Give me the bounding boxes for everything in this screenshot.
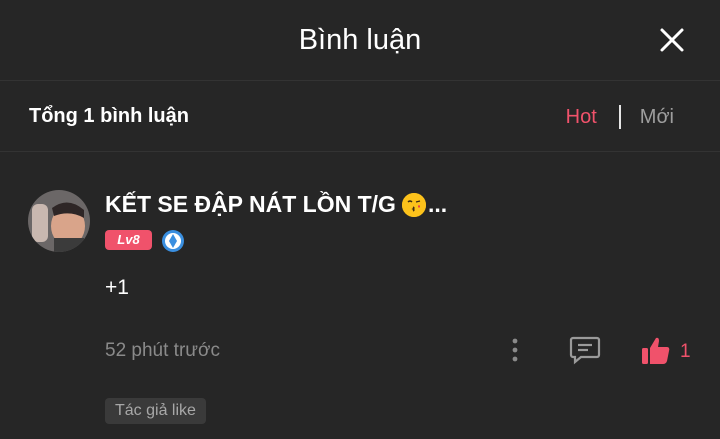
close-icon xyxy=(660,28,684,52)
comment-text: +1 xyxy=(105,276,129,299)
comment-bubble-icon xyxy=(569,336,601,365)
comment-username[interactable]: KẾT SE ĐẬP NÁT LỒN T/G ... xyxy=(105,191,447,218)
more-vertical-icon xyxy=(512,338,518,362)
thumbs-up-icon xyxy=(642,337,670,364)
tab-divider xyxy=(618,105,621,129)
tab-new[interactable]: Mới xyxy=(640,106,674,129)
header: Bình luận xyxy=(0,0,720,81)
tab-hot[interactable]: Hot xyxy=(566,106,597,129)
username-text: KẾT SE ĐẬP NÁT LỒN T/G xyxy=(105,191,396,217)
more-options-button[interactable] xyxy=(505,336,525,364)
avatar-image xyxy=(28,190,90,252)
kissing-face-emoji-icon xyxy=(401,192,426,217)
verified-badge-icon xyxy=(161,229,185,253)
reply-button[interactable] xyxy=(569,335,601,365)
sort-tabs: Hot Mới xyxy=(566,105,674,129)
page-title: Bình luận xyxy=(298,24,422,56)
comment-timestamp: 52 phút trước xyxy=(105,340,220,361)
author-liked-tag: Tác giả like xyxy=(105,398,206,424)
comments-subheader: Tổng 1 bình luận Hot Mới xyxy=(0,81,720,152)
comment-count: Tổng 1 bình luận xyxy=(29,105,189,127)
avatar[interactable] xyxy=(28,190,90,252)
like-button[interactable]: 1 xyxy=(640,335,696,367)
like-count: 1 xyxy=(680,341,691,362)
username-ellipsis: ... xyxy=(427,191,448,217)
close-button[interactable] xyxy=(652,20,692,60)
level-badge: Lv8 xyxy=(105,230,152,250)
